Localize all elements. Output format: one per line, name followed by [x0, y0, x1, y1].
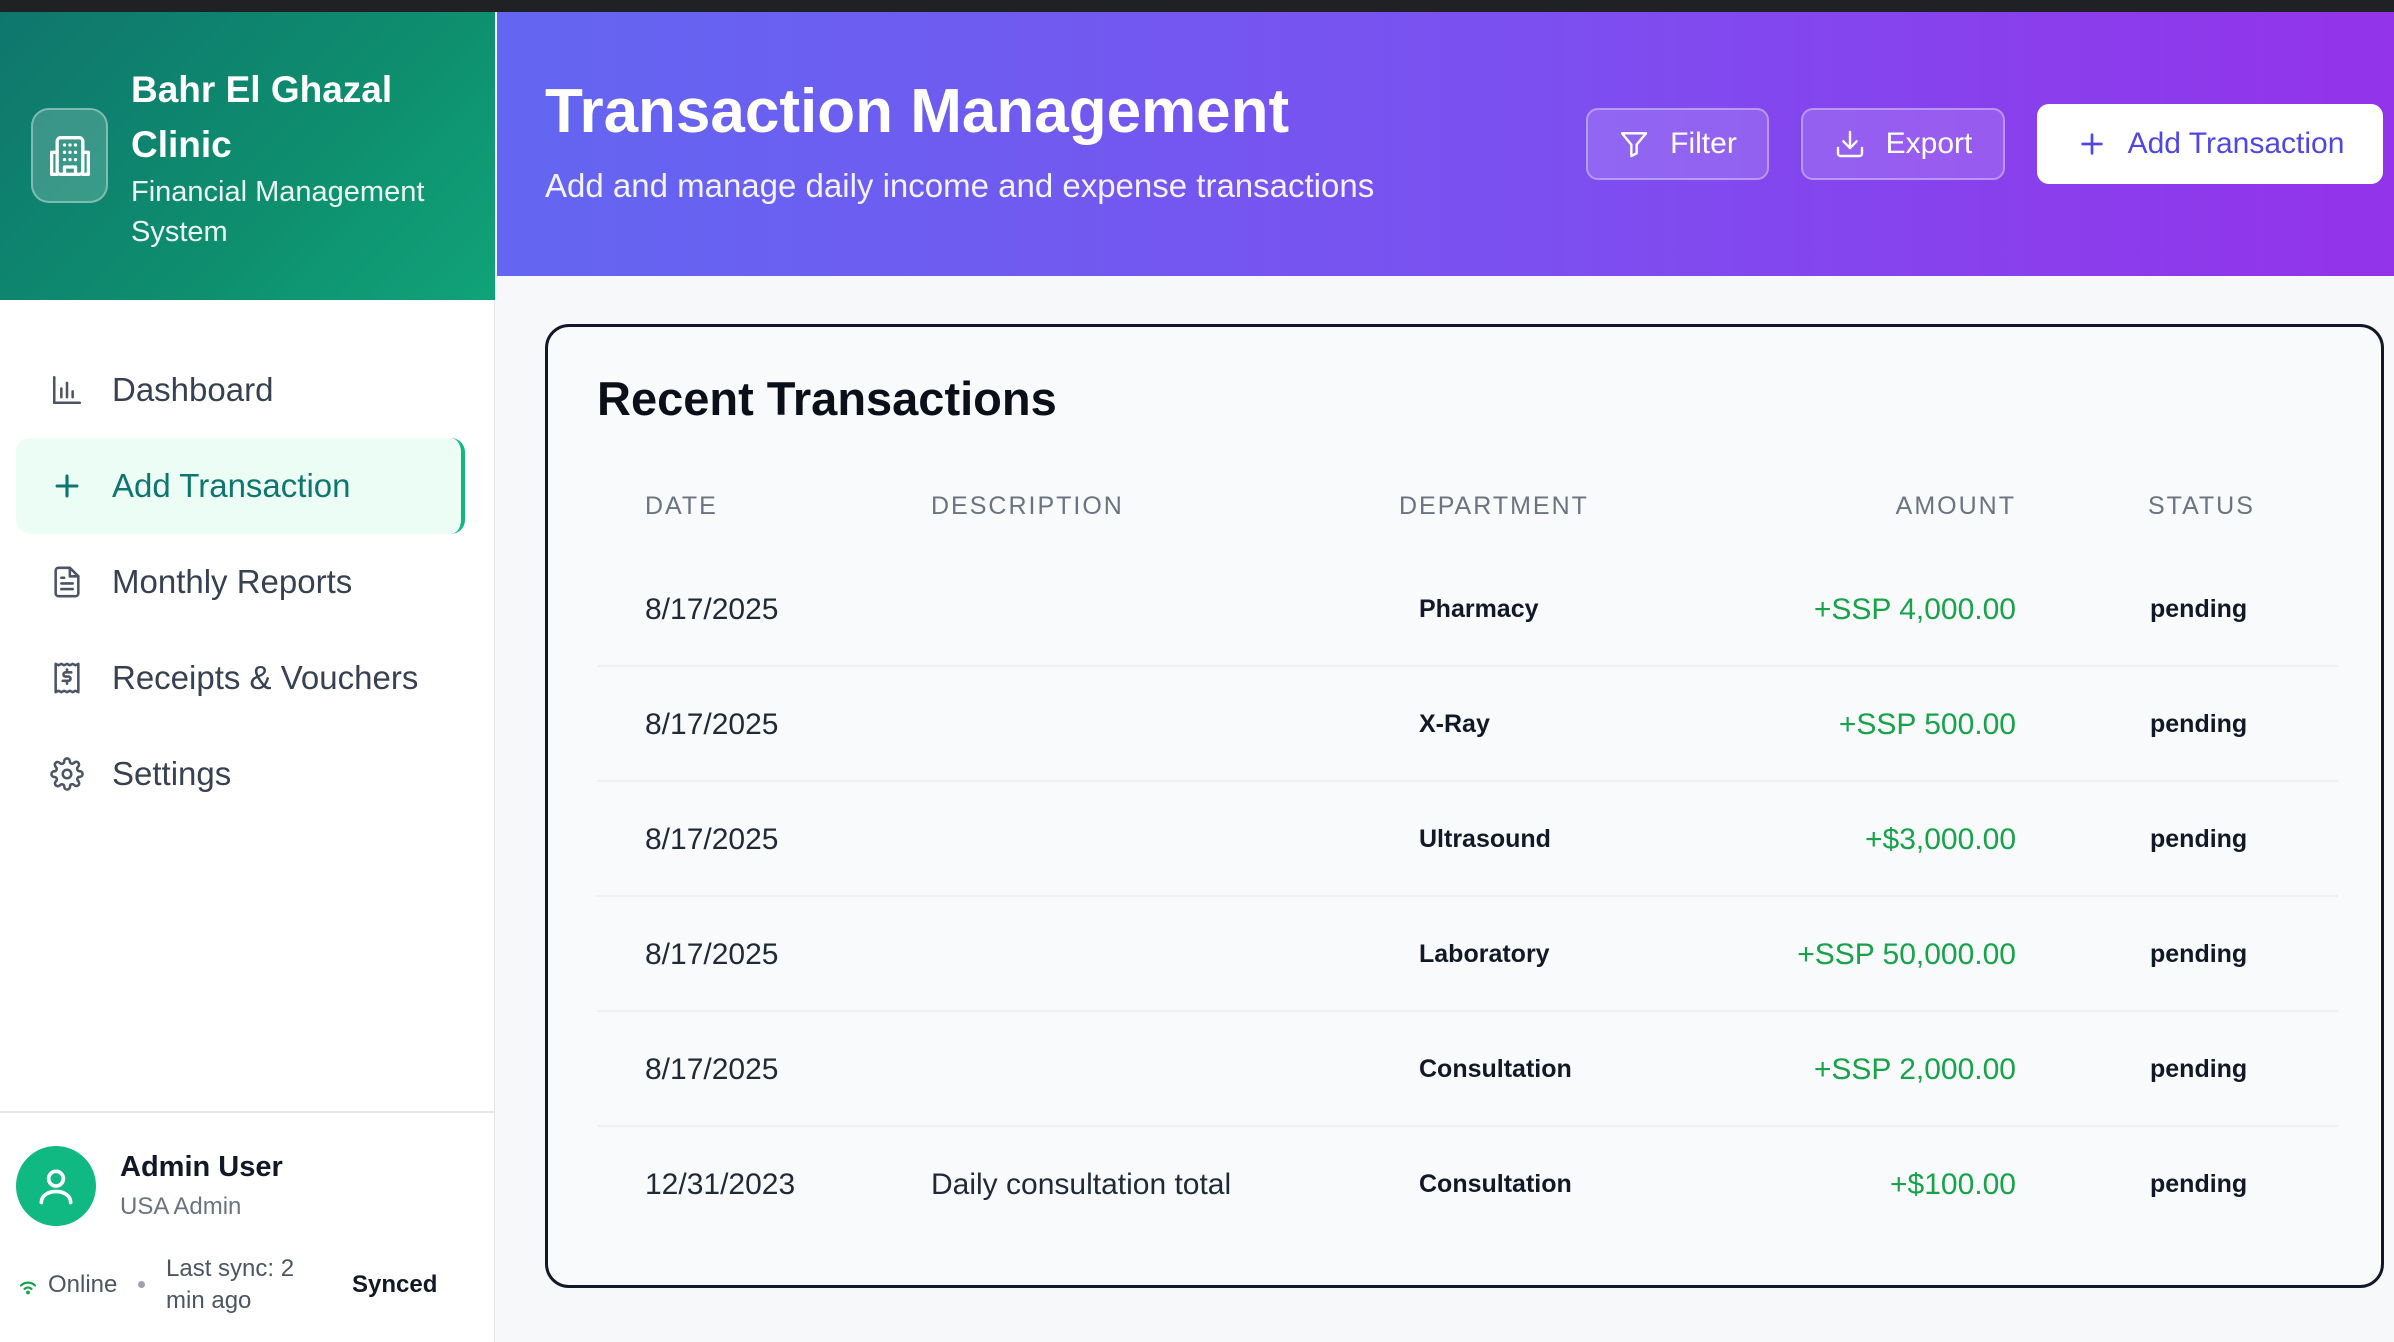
cell-date: 8/17/2025: [645, 592, 779, 626]
sidebar-item-monthly-reports[interactable]: Monthly Reports: [0, 534, 495, 630]
brand-header: Bahr El Ghazal Clinic Financial Manageme…: [0, 12, 495, 300]
wifi-icon: [16, 1273, 40, 1297]
page-header: Transaction Management Add and manage da…: [497, 12, 2394, 276]
clinic-name: Bahr El Ghazal Clinic: [131, 69, 393, 165]
user-panel: Admin User USA Admin Online Last sync: 2…: [0, 1111, 495, 1342]
online-label: Online: [48, 1271, 118, 1298]
plus-icon: [2076, 128, 2108, 160]
table-body: 8/17/2025 Pharmacy +SSP 4,000.00 pending…: [597, 552, 2338, 1242]
column-header-department[interactable]: DEPARTMENT: [1399, 492, 1589, 521]
clinic-subtitle: Financial Management System: [131, 176, 425, 248]
filter-button[interactable]: Filter: [1586, 108, 1769, 180]
sidebar-item-settings[interactable]: Settings: [0, 726, 495, 822]
sidebar-item-dashboard[interactable]: Dashboard: [0, 342, 495, 438]
sidebar-item-add-transaction[interactable]: Add Transaction: [16, 438, 465, 534]
online-indicator: Online: [16, 1271, 117, 1299]
add-transaction-button[interactable]: Add Transaction: [2037, 104, 2383, 184]
receipt-icon: [48, 659, 86, 697]
column-header-description[interactable]: DESCRIPTION: [931, 492, 1124, 521]
export-label: Export: [1885, 127, 1973, 160]
cell-department: Pharmacy: [1419, 595, 1539, 623]
separator-dot: [138, 1281, 145, 1288]
user-role: USA Admin: [120, 1193, 242, 1220]
cell-amount: +SSP 500.00: [1838, 707, 2016, 741]
window-top-bar: [0, 0, 2394, 12]
cell-status: pending: [2150, 940, 2248, 968]
cell-status: pending: [2150, 1170, 2248, 1198]
cell-date: 8/17/2025: [645, 937, 779, 971]
cell-department: X-Ray: [1419, 710, 1490, 738]
table-row[interactable]: 8/17/2025 Pharmacy +SSP 4,000.00 pending: [597, 552, 2338, 667]
recent-transactions-card: Recent Transactions DATE DESCRIPTION DEP…: [545, 324, 2384, 1288]
cell-department: Consultation: [1419, 1055, 1572, 1083]
cell-date: 8/17/2025: [645, 1052, 779, 1086]
add-transaction-label: Add Transaction: [2127, 127, 2345, 160]
cell-amount: +SSP 50,000.00: [1797, 937, 2016, 971]
last-sync-text: Last sync: 2 min ago: [166, 1255, 295, 1314]
table-row[interactable]: 12/31/2023 Daily consultation total Cons…: [597, 1127, 2338, 1242]
cell-department: Laboratory: [1419, 940, 1550, 968]
sync-status: Synced: [352, 1271, 438, 1298]
download-icon: [1834, 128, 1866, 160]
sidebar-item-label: Dashboard: [112, 371, 274, 408]
avatar[interactable]: [16, 1146, 96, 1226]
user-name: Admin User: [120, 1151, 283, 1183]
sidebar-item-label: Receipts & Vouchers: [112, 659, 419, 696]
cell-status: pending: [2150, 825, 2248, 853]
cell-description: Daily consultation total: [931, 1167, 1232, 1201]
page-subtitle: Add and manage daily income and expense …: [545, 167, 1375, 204]
column-header-amount[interactable]: AMOUNT: [1896, 492, 2016, 521]
building-icon: [31, 108, 108, 203]
connection-status: Online Last sync: 2 min ago Synced: [16, 1251, 486, 1321]
column-header-date[interactable]: DATE: [645, 492, 718, 521]
cell-amount: +$100.00: [1890, 1167, 2016, 1201]
cell-status: pending: [2150, 1055, 2248, 1083]
cell-status: pending: [2150, 710, 2248, 738]
table-row[interactable]: 8/17/2025 Ultrasound +$3,000.00 pending: [597, 782, 2338, 897]
column-header-status[interactable]: STATUS: [2148, 492, 2255, 521]
sidebar-item-receipts-vouchers[interactable]: Receipts & Vouchers: [0, 630, 495, 726]
cell-department: Ultrasound: [1419, 825, 1551, 853]
sidebar-nav: Dashboard Add Transaction Monthly Report…: [0, 342, 495, 822]
cell-amount: +SSP 4,000.00: [1813, 592, 2016, 626]
cell-status: pending: [2150, 595, 2248, 623]
gear-icon: [48, 755, 86, 793]
cell-amount: +SSP 2,000.00: [1813, 1052, 2016, 1086]
export-button[interactable]: Export: [1801, 108, 2005, 180]
table-row[interactable]: 8/17/2025 X-Ray +SSP 500.00 pending: [597, 667, 2338, 782]
document-icon: [48, 563, 86, 601]
cell-date: 8/17/2025: [645, 707, 779, 741]
card-title: Recent Transactions: [597, 372, 1057, 425]
sidebar: Bahr El Ghazal Clinic Financial Manageme…: [0, 12, 495, 1342]
sidebar-item-label: Add Transaction: [112, 467, 351, 504]
cell-date: 8/17/2025: [645, 822, 779, 856]
cell-department: Consultation: [1419, 1170, 1572, 1198]
cell-amount: +$3,000.00: [1865, 822, 2016, 856]
plus-icon: [48, 467, 86, 505]
page-title: Transaction Management: [545, 77, 1290, 146]
filter-label: Filter: [1670, 127, 1737, 160]
table-row[interactable]: 8/17/2025 Laboratory +SSP 50,000.00 pend…: [597, 897, 2338, 1012]
bar-chart-icon: [48, 371, 86, 409]
table-row[interactable]: 8/17/2025 Consultation +SSP 2,000.00 pen…: [597, 1012, 2338, 1127]
sidebar-item-label: Monthly Reports: [112, 563, 353, 600]
filter-icon: [1618, 128, 1650, 160]
sidebar-item-label: Settings: [112, 755, 232, 792]
table-header: DATE DESCRIPTION DEPARTMENT AMOUNT STATU…: [597, 492, 2338, 532]
cell-date: 12/31/2023: [645, 1167, 796, 1201]
